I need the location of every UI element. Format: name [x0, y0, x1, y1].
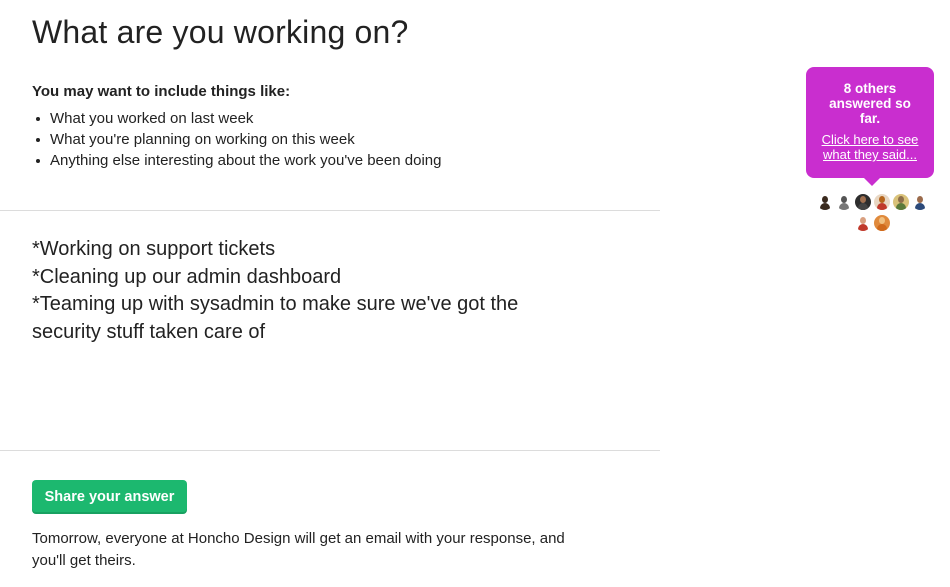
avatar[interactable] — [854, 215, 871, 231]
answer-line: security stuff taken care of — [32, 320, 266, 343]
avatar-head — [916, 196, 923, 203]
avatar[interactable] — [873, 215, 890, 231]
avatar-body — [914, 203, 925, 210]
footer-note: Tomorrow, everyone at Honcho Design will… — [32, 530, 565, 569]
avatar-head — [859, 217, 866, 224]
answer-line: *Working on support tickets — [32, 238, 276, 260]
avatar[interactable] — [892, 194, 909, 210]
avatar-body — [876, 203, 887, 210]
avatar-body — [857, 224, 868, 231]
avatar-row — [812, 215, 932, 231]
hint-item: Anything else interesting about the work… — [32, 150, 441, 171]
hint-item: What you worked on last week — [32, 108, 441, 129]
share-answer-button[interactable]: Share your answer — [32, 480, 187, 514]
others-answered-bubble: 8 others answered so far. Click here to … — [806, 67, 934, 186]
avatar-body — [819, 203, 830, 210]
page-title: What are you working on? — [32, 14, 409, 50]
check-in-page: What are you working on? You may want to… — [0, 0, 950, 587]
avatar[interactable] — [854, 194, 871, 210]
avatar-head — [878, 217, 885, 224]
avatar-head — [821, 196, 828, 203]
divider — [0, 210, 660, 211]
see-answers-link[interactable]: Click here to see what they said... — [806, 132, 934, 162]
hint-heading: You may want to include things like: — [32, 83, 291, 100]
avatar-body — [895, 203, 906, 210]
hint-item: What you're planning on working on this … — [32, 129, 441, 150]
answer-line: *Teaming up with sysadmin to make sure w… — [32, 293, 519, 315]
avatar-group — [812, 194, 932, 236]
avatar-head — [878, 196, 885, 203]
avatar[interactable] — [835, 194, 852, 210]
avatar-head — [897, 196, 904, 203]
avatar-row — [812, 194, 932, 210]
avatar[interactable] — [816, 194, 833, 210]
answer-line: *Cleaning up our admin dashboard — [32, 265, 342, 288]
avatar-body — [857, 203, 868, 210]
avatar-body — [876, 224, 887, 231]
answer-textarea[interactable]: *Working on support tickets *Cleaning up… — [32, 236, 592, 346]
hint-list: What you worked on last week What you're… — [32, 108, 441, 171]
avatar-head — [840, 196, 847, 203]
avatar-body — [838, 203, 849, 210]
avatar[interactable] — [873, 194, 890, 210]
divider — [0, 450, 660, 451]
others-count-text: 8 others answered so far. — [829, 81, 911, 126]
avatar-head — [859, 196, 866, 203]
avatar[interactable] — [911, 194, 928, 210]
